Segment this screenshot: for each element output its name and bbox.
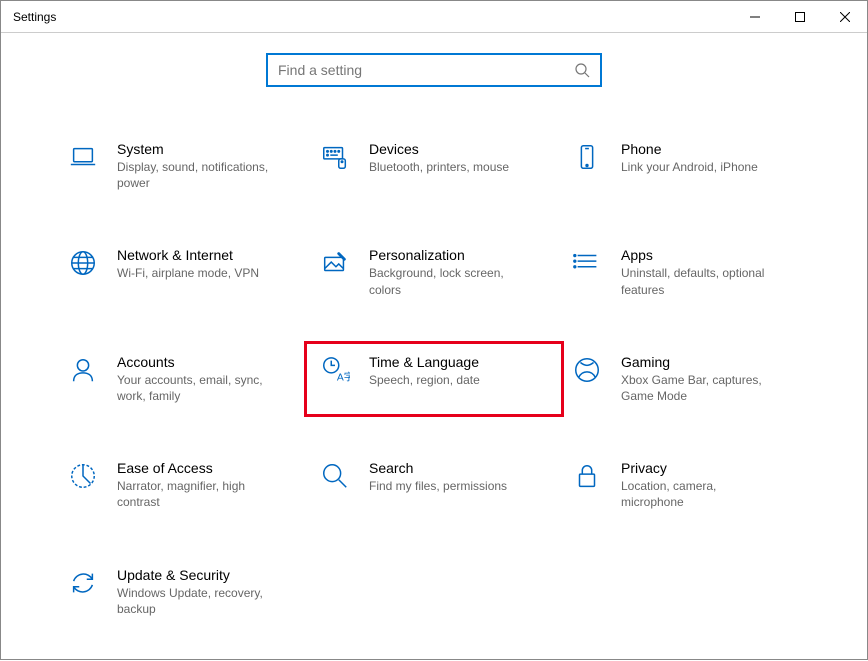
tile-gaming[interactable]: Gaming Xbox Game Bar, captures, Game Mod… xyxy=(565,350,807,408)
tile-personalization[interactable]: Personalization Background, lock screen,… xyxy=(313,243,555,301)
sync-icon xyxy=(67,567,99,599)
tile-system[interactable]: System Display, sound, notifications, po… xyxy=(61,137,303,195)
tile-desc: Your accounts, email, sync, work, family xyxy=(117,372,277,404)
tile-desc: Xbox Game Bar, captures, Game Mode xyxy=(621,372,781,404)
tile-privacy[interactable]: Privacy Location, camera, microphone xyxy=(565,456,807,514)
laptop-icon xyxy=(67,141,99,173)
tile-apps[interactable]: Apps Uninstall, defaults, optional featu… xyxy=(565,243,807,301)
tile-title: Gaming xyxy=(621,354,781,370)
tile-devices[interactable]: Devices Bluetooth, printers, mouse xyxy=(313,137,555,195)
tile-desc: Uninstall, defaults, optional features xyxy=(621,265,781,297)
tile-title: Apps xyxy=(621,247,781,263)
magnifier-icon xyxy=(319,460,351,492)
close-button[interactable] xyxy=(822,1,867,32)
tile-time-language[interactable]: A字 Time & Language Speech, region, date xyxy=(313,350,555,408)
search-icon xyxy=(574,62,590,78)
tile-phone[interactable]: Phone Link your Android, iPhone xyxy=(565,137,807,195)
tile-title: Personalization xyxy=(369,247,529,263)
minimize-button[interactable] xyxy=(732,1,777,32)
tile-title: Ease of Access xyxy=(117,460,277,476)
tile-update-security[interactable]: Update & Security Windows Update, recove… xyxy=(61,563,303,621)
phone-icon xyxy=(571,141,603,173)
person-icon xyxy=(67,354,99,386)
tile-desc: Display, sound, notifications, power xyxy=(117,159,277,191)
apps-icon xyxy=(571,247,603,279)
tile-title: Time & Language xyxy=(369,354,480,370)
tile-title: Update & Security xyxy=(117,567,277,583)
tile-search[interactable]: Search Find my files, permissions xyxy=(313,456,555,514)
tile-title: Privacy xyxy=(621,460,781,476)
xbox-icon xyxy=(571,354,603,386)
tile-title: Phone xyxy=(621,141,758,157)
paint-icon xyxy=(319,247,351,279)
lock-icon xyxy=(571,460,603,492)
maximize-button[interactable] xyxy=(777,1,822,32)
svg-text:A字: A字 xyxy=(337,370,350,383)
tile-title: Search xyxy=(369,460,507,476)
keyboard-icon xyxy=(319,141,351,173)
window-controls xyxy=(732,1,867,32)
tile-title: Accounts xyxy=(117,354,277,370)
tile-ease-of-access[interactable]: Ease of Access Narrator, magnifier, high… xyxy=(61,456,303,514)
search-wrap xyxy=(41,53,827,87)
tile-desc: Bluetooth, printers, mouse xyxy=(369,159,509,175)
time-language-icon: A字 xyxy=(319,354,351,386)
tile-title: Devices xyxy=(369,141,509,157)
window-title: Settings xyxy=(13,10,56,24)
settings-home: System Display, sound, notifications, po… xyxy=(1,33,867,661)
search-box[interactable] xyxy=(266,53,602,87)
tile-title: Network & Internet xyxy=(117,247,259,263)
tile-desc: Speech, region, date xyxy=(369,372,480,388)
globe-icon xyxy=(67,247,99,279)
tile-desc: Background, lock screen, colors xyxy=(369,265,529,297)
tile-desc: Narrator, magnifier, high contrast xyxy=(117,478,277,510)
ease-of-access-icon xyxy=(67,460,99,492)
tile-desc: Link your Android, iPhone xyxy=(621,159,758,175)
tile-desc: Find my files, permissions xyxy=(369,478,507,494)
tile-network[interactable]: Network & Internet Wi-Fi, airplane mode,… xyxy=(61,243,303,301)
tile-desc: Location, camera, microphone xyxy=(621,478,781,510)
tile-title: System xyxy=(117,141,277,157)
tile-desc: Wi-Fi, airplane mode, VPN xyxy=(117,265,259,281)
settings-grid: System Display, sound, notifications, po… xyxy=(41,137,827,621)
titlebar: Settings xyxy=(1,1,867,33)
tile-desc: Windows Update, recovery, backup xyxy=(117,585,277,617)
tile-accounts[interactable]: Accounts Your accounts, email, sync, wor… xyxy=(61,350,303,408)
search-input[interactable] xyxy=(278,62,574,78)
